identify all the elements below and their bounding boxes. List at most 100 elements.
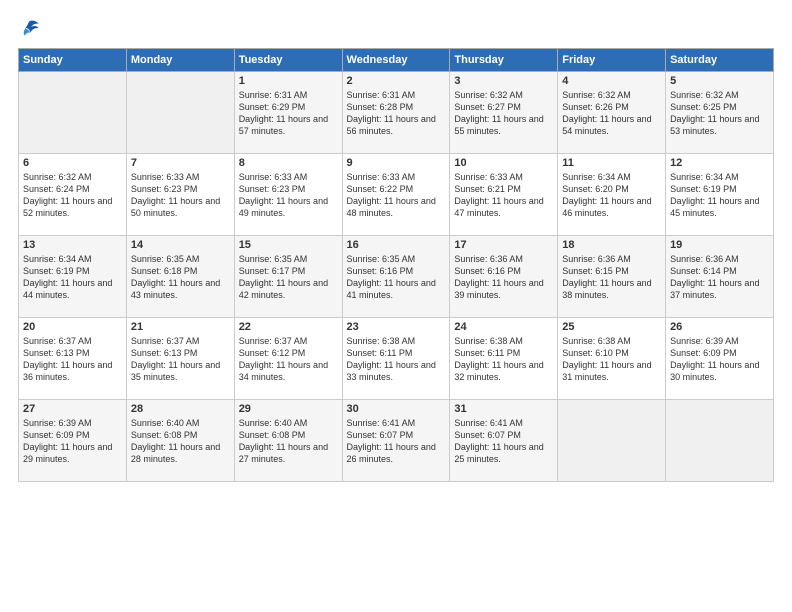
calendar-cell: 25Sunrise: 6:38 AMSunset: 6:10 PMDayligh… <box>558 318 666 400</box>
cell-info: Sunrise: 6:32 AMSunset: 6:26 PMDaylight:… <box>562 89 661 138</box>
cell-info: Sunrise: 6:31 AMSunset: 6:29 PMDaylight:… <box>239 89 338 138</box>
day-number: 15 <box>239 239 338 251</box>
calendar-cell: 15 Sunrise: 6:35 AMSunset: 6:17 PMDayligh… <box>234 236 342 318</box>
cell-info: Sunrise: 6:37 AMSunset: 6:13 PMDaylight:… <box>131 335 230 384</box>
day-number: 1 <box>239 75 338 87</box>
cell-info: Sunrise: 6:34 AMSunset: 6:19 PMDaylight:… <box>670 171 769 220</box>
cell-info: Sunrise: 6:32 AMSunset: 6:24 PMDaylight:… <box>23 171 122 220</box>
cell-info: Sunrise: 6:36 AMSunset: 6:14 PMDaylight:… <box>670 253 769 302</box>
cell-info: Sunrise: 6:36 AMSunset: 6:16 PMDaylight:… <box>454 253 553 302</box>
calendar-cell <box>666 400 774 482</box>
cell-info: Sunrise: 6:34 AMSunset: 6:20 PMDaylight:… <box>562 171 661 220</box>
calendar-cell: 19 Sunrise: 6:36 AMSunset: 6:14 PMDayligh… <box>666 236 774 318</box>
cell-info: Sunrise: 6:34 AMSunset: 6:19 PMDaylight:… <box>23 253 122 302</box>
calendar-cell: 21 Sunrise: 6:37 AMSunset: 6:13 PMDayligh… <box>126 318 234 400</box>
calendar-cell: 29 Sunrise: 6:40 AMSunset: 6:08 PMDayligh… <box>234 400 342 482</box>
day-number: 7 <box>131 157 230 169</box>
cell-info: Sunrise: 6:39 AMSunset: 6:09 PMDaylight:… <box>23 417 122 466</box>
day-number: 9 <box>347 157 446 169</box>
weekday-header: Saturday <box>666 49 774 72</box>
logo <box>18 18 44 40</box>
weekday-header: Sunday <box>19 49 127 72</box>
calendar: SundayMondayTuesdayWednesdayThursdayFrid… <box>18 48 774 482</box>
calendar-cell: 23 Sunrise: 6:38 AMSunset: 6:11 PMDayligh… <box>342 318 450 400</box>
calendar-cell: 2 Sunrise: 6:31 AMSunset: 6:28 PMDaylight… <box>342 72 450 154</box>
cell-info: Sunrise: 6:35 AMSunset: 6:16 PMDaylight:… <box>347 253 446 302</box>
day-number: 10 <box>454 157 553 169</box>
weekday-header: Thursday <box>450 49 558 72</box>
weekday-header: Wednesday <box>342 49 450 72</box>
day-number: 13 <box>23 239 122 251</box>
day-number: 3 <box>454 75 553 87</box>
header <box>18 18 774 40</box>
cell-info: Sunrise: 6:37 AMSunset: 6:12 PMDaylight:… <box>239 335 338 384</box>
cell-info: Sunrise: 6:33 AMSunset: 6:23 PMDaylight:… <box>239 171 338 220</box>
day-number: 4 <box>562 75 661 87</box>
calendar-cell: 13 Sunrise: 6:34 AMSunset: 6:19 PMDayligh… <box>19 236 127 318</box>
cell-info: Sunrise: 6:36 AMSunset: 6:15 PMDaylight:… <box>562 253 661 302</box>
cell-info: Sunrise: 6:40 AMSunset: 6:08 PMDaylight:… <box>131 417 230 466</box>
calendar-cell: 24Sunrise: 6:38 AMSunset: 6:11 PMDayligh… <box>450 318 558 400</box>
calendar-week-row: 27 Sunrise: 6:39 AMSunset: 6:09 PMDayligh… <box>19 400 774 482</box>
day-number: 19 <box>670 239 769 251</box>
calendar-cell: 9 Sunrise: 6:33 AMSunset: 6:22 PMDaylight… <box>342 154 450 236</box>
cell-info: Sunrise: 6:33 AMSunset: 6:21 PMDaylight:… <box>454 171 553 220</box>
cell-info: Sunrise: 6:32 AMSunset: 6:27 PMDaylight:… <box>454 89 553 138</box>
calendar-cell <box>558 400 666 482</box>
calendar-cell: 30 Sunrise: 6:41 AMSunset: 6:07 PMDayligh… <box>342 400 450 482</box>
calendar-cell: 11 Sunrise: 6:34 AMSunset: 6:20 PMDayligh… <box>558 154 666 236</box>
calendar-week-row: 13 Sunrise: 6:34 AMSunset: 6:19 PMDayligh… <box>19 236 774 318</box>
calendar-cell: 26Sunrise: 6:39 AMSunset: 6:09 PMDayligh… <box>666 318 774 400</box>
calendar-cell: 28 Sunrise: 6:40 AMSunset: 6:08 PMDayligh… <box>126 400 234 482</box>
day-number: 17 <box>454 239 553 251</box>
day-number: 24 <box>454 321 553 333</box>
calendar-cell: 12 Sunrise: 6:34 AMSunset: 6:19 PMDayligh… <box>666 154 774 236</box>
calendar-cell: 6Sunrise: 6:32 AMSunset: 6:24 PMDaylight… <box>19 154 127 236</box>
cell-info: Sunrise: 6:31 AMSunset: 6:28 PMDaylight:… <box>347 89 446 138</box>
calendar-cell: 16 Sunrise: 6:35 AMSunset: 6:16 PMDayligh… <box>342 236 450 318</box>
calendar-cell: 20 Sunrise: 6:37 AMSunset: 6:13 PMDayligh… <box>19 318 127 400</box>
day-number: 16 <box>347 239 446 251</box>
cell-info: Sunrise: 6:33 AMSunset: 6:22 PMDaylight:… <box>347 171 446 220</box>
cell-info: Sunrise: 6:35 AMSunset: 6:17 PMDaylight:… <box>239 253 338 302</box>
calendar-cell: 3 Sunrise: 6:32 AMSunset: 6:27 PMDaylight… <box>450 72 558 154</box>
calendar-cell <box>19 72 127 154</box>
calendar-cell: 1 Sunrise: 6:31 AMSunset: 6:29 PMDaylight… <box>234 72 342 154</box>
calendar-cell: 17 Sunrise: 6:36 AMSunset: 6:16 PMDayligh… <box>450 236 558 318</box>
day-number: 18 <box>562 239 661 251</box>
day-number: 20 <box>23 321 122 333</box>
calendar-week-row: 1 Sunrise: 6:31 AMSunset: 6:29 PMDaylight… <box>19 72 774 154</box>
calendar-week-row: 6Sunrise: 6:32 AMSunset: 6:24 PMDaylight… <box>19 154 774 236</box>
calendar-cell: 5Sunrise: 6:32 AMSunset: 6:25 PMDaylight… <box>666 72 774 154</box>
day-number: 11 <box>562 157 661 169</box>
day-number: 21 <box>131 321 230 333</box>
day-number: 26 <box>670 321 769 333</box>
calendar-cell: 7Sunrise: 6:33 AMSunset: 6:23 PMDaylight… <box>126 154 234 236</box>
cell-info: Sunrise: 6:37 AMSunset: 6:13 PMDaylight:… <box>23 335 122 384</box>
day-number: 27 <box>23 403 122 415</box>
weekday-header: Friday <box>558 49 666 72</box>
calendar-cell: 14Sunrise: 6:35 AMSunset: 6:18 PMDayligh… <box>126 236 234 318</box>
cell-info: Sunrise: 6:41 AMSunset: 6:07 PMDaylight:… <box>347 417 446 466</box>
calendar-cell <box>126 72 234 154</box>
page: SundayMondayTuesdayWednesdayThursdayFrid… <box>0 0 792 612</box>
day-number: 25 <box>562 321 661 333</box>
calendar-cell: 8Sunrise: 6:33 AMSunset: 6:23 PMDaylight… <box>234 154 342 236</box>
cell-info: Sunrise: 6:40 AMSunset: 6:08 PMDaylight:… <box>239 417 338 466</box>
day-number: 2 <box>347 75 446 87</box>
weekday-header: Tuesday <box>234 49 342 72</box>
day-number: 12 <box>670 157 769 169</box>
calendar-cell: 31Sunrise: 6:41 AMSunset: 6:07 PMDayligh… <box>450 400 558 482</box>
calendar-cell: 4 Sunrise: 6:32 AMSunset: 6:26 PMDaylight… <box>558 72 666 154</box>
day-number: 29 <box>239 403 338 415</box>
weekday-header: Monday <box>126 49 234 72</box>
calendar-week-row: 20 Sunrise: 6:37 AMSunset: 6:13 PMDayligh… <box>19 318 774 400</box>
logo-bird-icon <box>18 18 40 40</box>
calendar-cell: 18 Sunrise: 6:36 AMSunset: 6:15 PMDayligh… <box>558 236 666 318</box>
day-number: 23 <box>347 321 446 333</box>
day-number: 14 <box>131 239 230 251</box>
day-number: 31 <box>454 403 553 415</box>
day-number: 28 <box>131 403 230 415</box>
cell-info: Sunrise: 6:38 AMSunset: 6:11 PMDaylight:… <box>347 335 446 384</box>
day-number: 30 <box>347 403 446 415</box>
